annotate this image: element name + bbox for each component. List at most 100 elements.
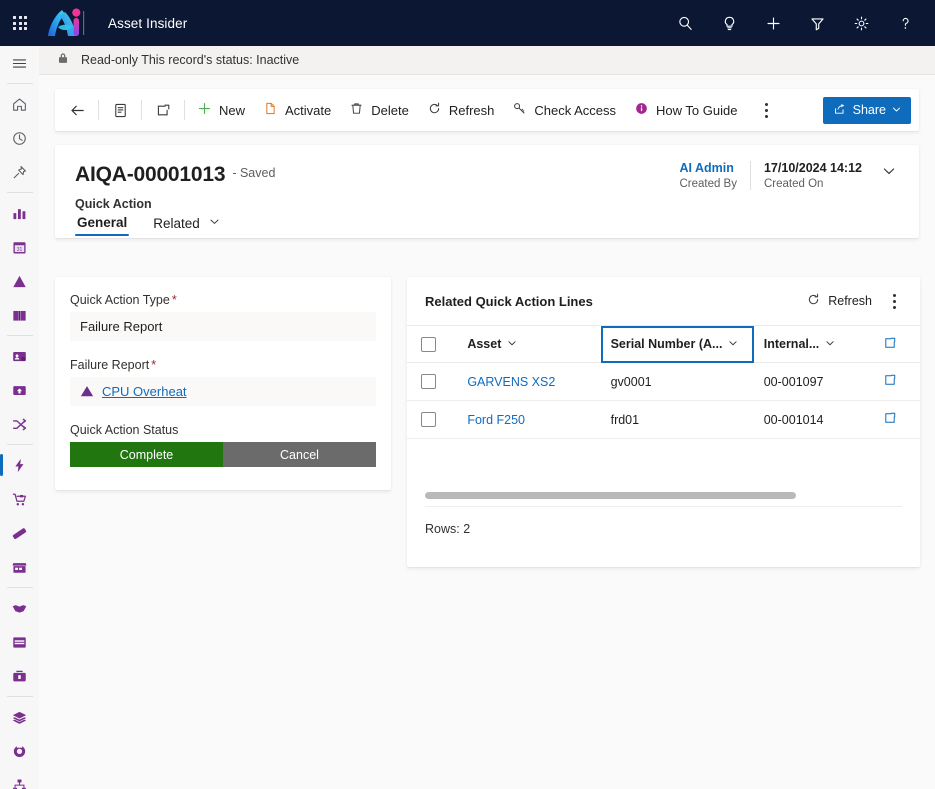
lightbulb-icon[interactable] (707, 0, 751, 46)
check-access-button[interactable]: Check Access (503, 90, 625, 130)
open-record-icon[interactable] (883, 336, 897, 353)
cell-open-record[interactable] (872, 400, 920, 439)
sidebar-item-recent[interactable] (0, 121, 39, 155)
sidebar-item-dashboards[interactable] (0, 196, 39, 230)
related-quick-action-lines-card: Related Quick Action Lines Refresh Asset… (407, 277, 920, 567)
scrollbar-thumb[interactable] (425, 492, 796, 499)
select-all-checkbox[interactable] (421, 336, 436, 352)
tab-general[interactable]: General (75, 215, 130, 236)
tab-related[interactable]: Related (151, 215, 221, 237)
delete-button-label: Delete (371, 102, 409, 118)
grid-more-button[interactable] (882, 288, 906, 314)
cell-asset[interactable]: GARVENS XS2 (457, 362, 601, 401)
sidebar-item-purchases[interactable] (0, 482, 39, 516)
help-icon[interactable] (883, 0, 927, 46)
status-complete-button[interactable]: Complete (70, 442, 223, 467)
cell-open-record[interactable] (872, 362, 920, 401)
column-internal[interactable]: Internal... (753, 325, 873, 363)
row-select-cell[interactable] (407, 362, 458, 401)
select-all-header[interactable] (407, 325, 458, 363)
sidebar-item-alerts[interactable] (0, 264, 39, 298)
svg-text:31: 31 (17, 246, 23, 252)
grid-head: Asset Serial Number (A... Internal... (407, 325, 920, 363)
refresh-button-label: Refresh (448, 102, 495, 118)
grid-footer-divider (425, 506, 902, 507)
share-icon (833, 102, 847, 119)
sidebar-item-home[interactable] (0, 87, 39, 121)
column-open-record[interactable] (872, 325, 920, 363)
plus-icon[interactable] (751, 0, 795, 46)
table-row[interactable]: Ford F250 frd01 00-001014 (407, 400, 920, 439)
sidebar-item-records[interactable] (0, 625, 39, 659)
lock-icon (56, 51, 70, 70)
form-tabs: General Related (55, 215, 919, 238)
new-button[interactable]: New (188, 90, 254, 130)
activate-button-label: Activate (285, 102, 332, 118)
header-collapse-chevron-icon[interactable] (875, 161, 899, 184)
back-button[interactable] (59, 90, 95, 130)
failure-report-input[interactable]: CPU Overheat (70, 377, 376, 406)
record-meta: AI Admin Created By 17/10/2024 14:12 Cre… (666, 161, 899, 190)
scrollbar-track[interactable] (425, 492, 902, 499)
sidebar-item-assets[interactable] (0, 700, 39, 734)
cell-internal: 00-001097 (753, 362, 873, 401)
failure-report-value-link[interactable]: CPU Overheat (102, 384, 187, 399)
popout-icon[interactable] (145, 90, 181, 130)
sidebar-item-vendors[interactable] (0, 550, 39, 584)
sidebar-item-tags[interactable] (0, 516, 39, 550)
status-cancel-button[interactable]: Cancel (223, 442, 376, 467)
column-serial-number[interactable]: Serial Number (A... (600, 325, 754, 363)
sidebar-hamburger-button[interactable] (0, 46, 39, 80)
sidebar-item-contacts[interactable] (0, 339, 39, 373)
refresh-button[interactable]: Refresh (418, 90, 504, 130)
open-record-icon[interactable] (883, 373, 897, 390)
sidebar-item-parts[interactable] (0, 734, 39, 768)
sidebar-item-agreements[interactable] (0, 591, 39, 625)
asset-link[interactable]: Ford F250 (467, 413, 525, 427)
row-select-cell[interactable] (407, 400, 458, 439)
chevron-down-icon (209, 215, 220, 230)
sidebar-divider (6, 192, 33, 193)
created-by-value[interactable]: AI Admin (679, 161, 737, 175)
column-asset[interactable]: Asset (457, 325, 601, 363)
sidebar-item-pinned[interactable] (0, 155, 39, 189)
grid-refresh-button[interactable]: Refresh (798, 287, 880, 315)
row-checkbox[interactable] (421, 374, 436, 389)
form-selector-icon[interactable] (102, 90, 138, 130)
sidebar-item-calendar[interactable]: 31 (0, 230, 39, 264)
filter-icon[interactable] (795, 0, 839, 46)
quick-action-type-input[interactable]: Failure Report (70, 312, 376, 341)
cell-serial-number: frd01 (600, 400, 754, 439)
sidebar-item-hierarchy[interactable] (0, 768, 39, 789)
search-icon[interactable] (663, 0, 707, 46)
sidebar-item-knowledge[interactable] (0, 298, 39, 332)
gear-icon[interactable] (839, 0, 883, 46)
command-overflow-button[interactable] (752, 90, 780, 130)
row-checkbox[interactable] (421, 412, 436, 427)
command-divider (98, 100, 99, 120)
failure-report-label: Failure Report * (70, 358, 376, 372)
activate-button[interactable]: Activate (254, 90, 340, 130)
sidebar-item-imports[interactable] (0, 373, 39, 407)
created-by-label: Created By (679, 178, 737, 190)
how-to-guide-button[interactable]: How To Guide (625, 90, 746, 130)
sidebar-rail: 31 (0, 46, 40, 789)
quick-action-type-label-text: Quick Action Type (70, 293, 170, 307)
sidebar-item-transfers[interactable] (0, 407, 39, 441)
delete-button[interactable]: Delete (340, 90, 418, 130)
asset-link[interactable]: GARVENS XS2 (467, 375, 555, 389)
record-title-group: AIQA-00001013 - Saved (75, 161, 275, 187)
share-button[interactable]: Share (822, 96, 911, 124)
page-title: AIQA-00001013 (75, 163, 226, 186)
open-record-icon[interactable] (883, 411, 897, 428)
sidebar-item-quick-actions[interactable] (0, 448, 39, 482)
cell-asset[interactable]: Ford F250 (457, 400, 601, 439)
app-launcher-button[interactable] (0, 0, 40, 46)
sidebar-item-toolbox[interactable] (0, 659, 39, 693)
field-spacer (70, 406, 376, 423)
info-icon (634, 101, 649, 119)
required-asterisk: * (171, 293, 177, 307)
cell-internal: 00-001014 (753, 400, 873, 439)
table-row[interactable]: GARVENS XS2 gv0001 00-001097 (407, 362, 920, 401)
grid-horizontal-scrollbar[interactable] (425, 492, 902, 505)
